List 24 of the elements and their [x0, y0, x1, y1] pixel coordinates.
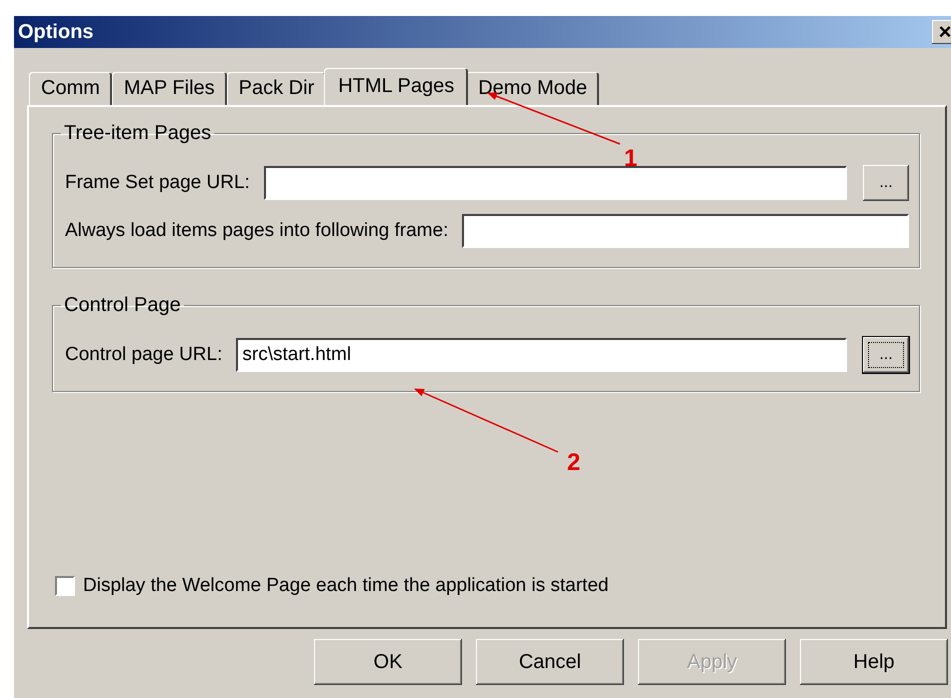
url-field[interactable]: src\start.html [236, 338, 847, 372]
tab[interactable]: HTML Pages [324, 68, 468, 105]
field-label: Always load items pages into following frame: [65, 220, 448, 242]
url-field[interactable] [462, 214, 909, 248]
dialog-button[interactable]: Help [800, 639, 948, 685]
group-title: Tree-item Pages [63, 122, 212, 145]
checkbox[interactable] [55, 576, 75, 596]
browse-button[interactable]: ... [863, 337, 909, 373]
close-button[interactable]: × [932, 20, 951, 44]
url-field[interactable] [264, 166, 847, 200]
browse-button[interactable]: ... [863, 165, 909, 201]
tab[interactable]: Comm [29, 72, 112, 105]
annotation-number: 2 [567, 449, 580, 476]
field-label: Control page URL: [65, 344, 222, 366]
checkbox-label[interactable]: Display the Welcome Page each time the application is started [83, 575, 609, 597]
tab[interactable]: Pack Dir [226, 72, 326, 105]
group-title: Control Page [63, 294, 182, 317]
annotation-number: 1 [624, 145, 638, 172]
tab[interactable]: MAP Files [112, 72, 227, 105]
window-title: Options [18, 20, 94, 44]
field-label: Frame Set page URL: [65, 172, 250, 194]
dialog-button[interactable]: OK [314, 639, 462, 685]
tab[interactable]: Demo Mode [466, 72, 600, 105]
dialog-button[interactable]: Cancel [476, 639, 624, 685]
